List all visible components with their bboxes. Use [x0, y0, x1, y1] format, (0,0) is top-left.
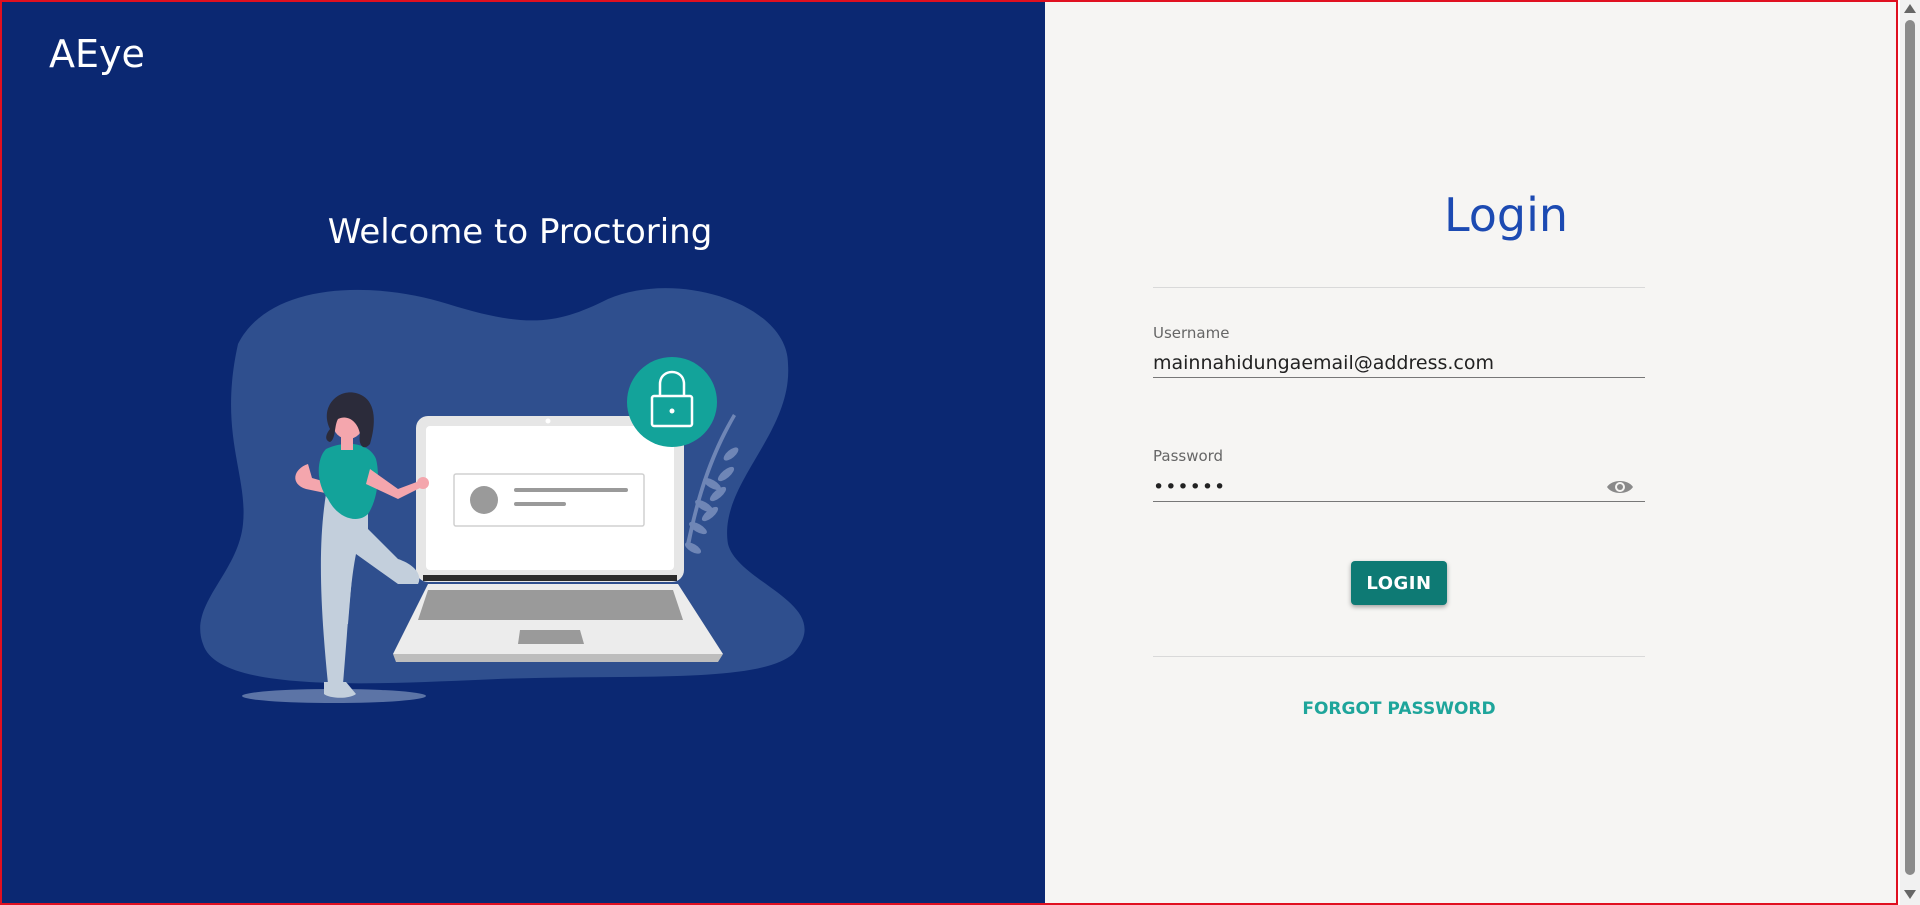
- forgot-password-link[interactable]: FORGOT PASSWORD: [1153, 699, 1645, 719]
- username-label: Username: [1153, 324, 1230, 342]
- scrollbar-thumb[interactable]: [1905, 20, 1915, 875]
- scroll-down-arrow-icon[interactable]: [1904, 890, 1916, 899]
- password-label: Password: [1153, 447, 1224, 465]
- lock-laptop-illustration: [200, 288, 805, 703]
- scroll-up-arrow-icon[interactable]: [1904, 4, 1916, 13]
- login-panel: Login Username Password LOGIN FORGOT PAS…: [1045, 2, 1896, 903]
- brand-logo-text: AEye: [49, 32, 145, 76]
- bottom-divider: [1153, 656, 1645, 657]
- login-title: Login: [1443, 188, 1569, 242]
- login-button[interactable]: LOGIN: [1351, 561, 1447, 605]
- vertical-scrollbar[interactable]: [1900, 0, 1920, 905]
- welcome-heading: Welcome to Proctoring: [327, 212, 713, 252]
- welcome-panel: AEye Welcome to Proctoring: [2, 2, 1045, 903]
- password-input[interactable]: [1153, 472, 1645, 502]
- username-input[interactable]: [1153, 348, 1645, 378]
- top-divider: [1153, 287, 1645, 288]
- app-frame: AEye Welcome to Proctoring Login Usernam…: [0, 0, 1898, 905]
- lock-badge: [627, 357, 717, 447]
- eye-icon[interactable]: [1605, 475, 1635, 499]
